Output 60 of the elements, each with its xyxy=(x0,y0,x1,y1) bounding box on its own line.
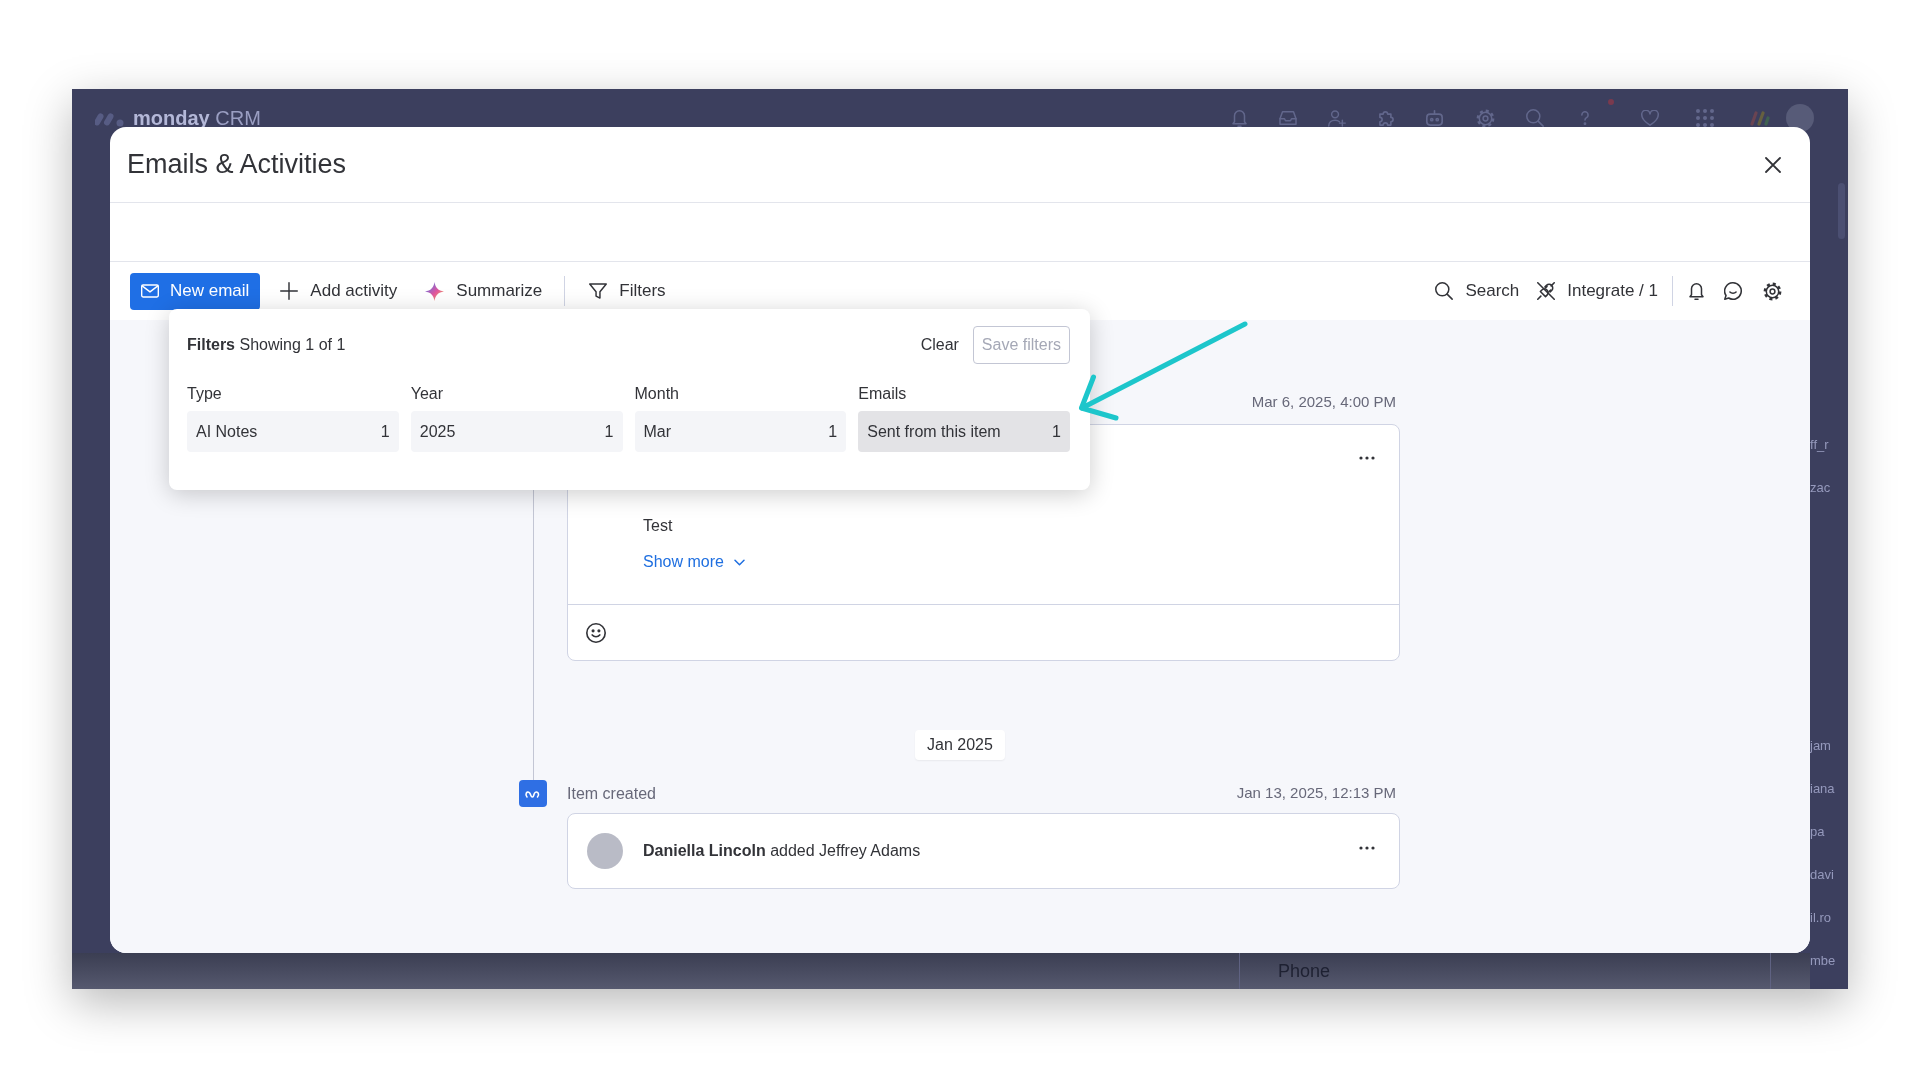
table-cell-text: davi xyxy=(1810,865,1834,884)
more-icon[interactable] xyxy=(1359,456,1375,460)
search-icon xyxy=(1435,282,1454,300)
filter-label: Emails xyxy=(858,384,907,404)
table-cell-text: pa xyxy=(1810,822,1825,841)
modal-title: Emails & Activities xyxy=(127,148,347,182)
filters-button[interactable]: Filters xyxy=(581,272,674,310)
bell-icon[interactable] xyxy=(1689,282,1704,300)
plus-icon xyxy=(280,282,299,300)
table-cell-text: ff_r xyxy=(1810,435,1829,454)
close-icon[interactable] xyxy=(1765,156,1781,173)
table-cell-text: mbe xyxy=(1810,951,1836,970)
search-button[interactable]: Search xyxy=(1427,272,1528,310)
filter-option[interactable]: Mar 1 xyxy=(634,411,847,452)
event-text: Daniella Lincoln added Jeffrey Adams xyxy=(643,841,921,861)
filter-label: Year xyxy=(410,384,444,404)
filter-label: Month xyxy=(634,384,679,404)
logo-text: monday CRM xyxy=(133,109,261,127)
app-logo-icon[interactable] xyxy=(1750,110,1770,126)
help-icon[interactable] xyxy=(1581,111,1590,125)
filters-summary: Filters Showing 1 of 1 xyxy=(187,335,346,355)
person-add-icon[interactable] xyxy=(1328,109,1346,127)
summarize-button[interactable]: Summarize xyxy=(417,272,551,310)
timestamp: Mar 6, 2025, 4:00 PM xyxy=(1251,391,1396,412)
puzzle-icon[interactable] xyxy=(1378,109,1395,127)
table-cell-text: iana xyxy=(1810,779,1835,798)
avatar-placeholder[interactable] xyxy=(1786,104,1814,132)
search-icon[interactable] xyxy=(1526,109,1544,127)
filter-option[interactable]: Sent from this item 1 xyxy=(858,411,1070,452)
robot-icon[interactable] xyxy=(1426,110,1443,126)
mail-icon xyxy=(141,284,159,298)
filter-label: Type xyxy=(187,384,222,404)
heart-icon[interactable] xyxy=(1641,110,1659,126)
emoji-icon[interactable] xyxy=(586,622,606,643)
add-activity-button[interactable]: Add activity xyxy=(272,272,406,310)
activity-text: Test xyxy=(643,516,673,536)
new-email-button[interactable]: New email xyxy=(130,272,261,310)
integrate-button[interactable]: Integrate / 1 xyxy=(1529,272,1666,310)
table-cell-text: zac xyxy=(1810,478,1831,497)
more-icon[interactable] xyxy=(1359,846,1375,850)
filter-icon xyxy=(589,283,608,299)
show-more-link[interactable]: Show more xyxy=(643,552,745,572)
table-cell-text: il.ro xyxy=(1810,908,1831,927)
logo-badge-icon xyxy=(519,780,547,807)
clear-button[interactable]: Clear xyxy=(916,330,963,360)
filter-option[interactable]: 2025 1 xyxy=(410,411,623,452)
apps-grid-icon[interactable] xyxy=(1696,109,1714,127)
settings-icon[interactable] xyxy=(1476,108,1495,128)
sparkle-icon xyxy=(425,281,445,301)
chevron-down-icon xyxy=(733,558,745,566)
avatar-placeholder xyxy=(587,833,623,869)
timestamp: Jan 13, 2025, 12:13 PM xyxy=(1236,783,1396,804)
chat-icon[interactable] xyxy=(1724,282,1742,300)
inbox-icon[interactable] xyxy=(1279,111,1297,125)
unplug-icon xyxy=(1537,282,1556,300)
month-label: Jan 2025 xyxy=(915,730,1005,760)
table-cell-text: jam xyxy=(1810,736,1831,755)
event-title: Item created xyxy=(567,783,656,804)
settings-icon[interactable] xyxy=(1763,281,1782,301)
filter-option[interactable]: AI Notes 1 xyxy=(187,411,399,452)
